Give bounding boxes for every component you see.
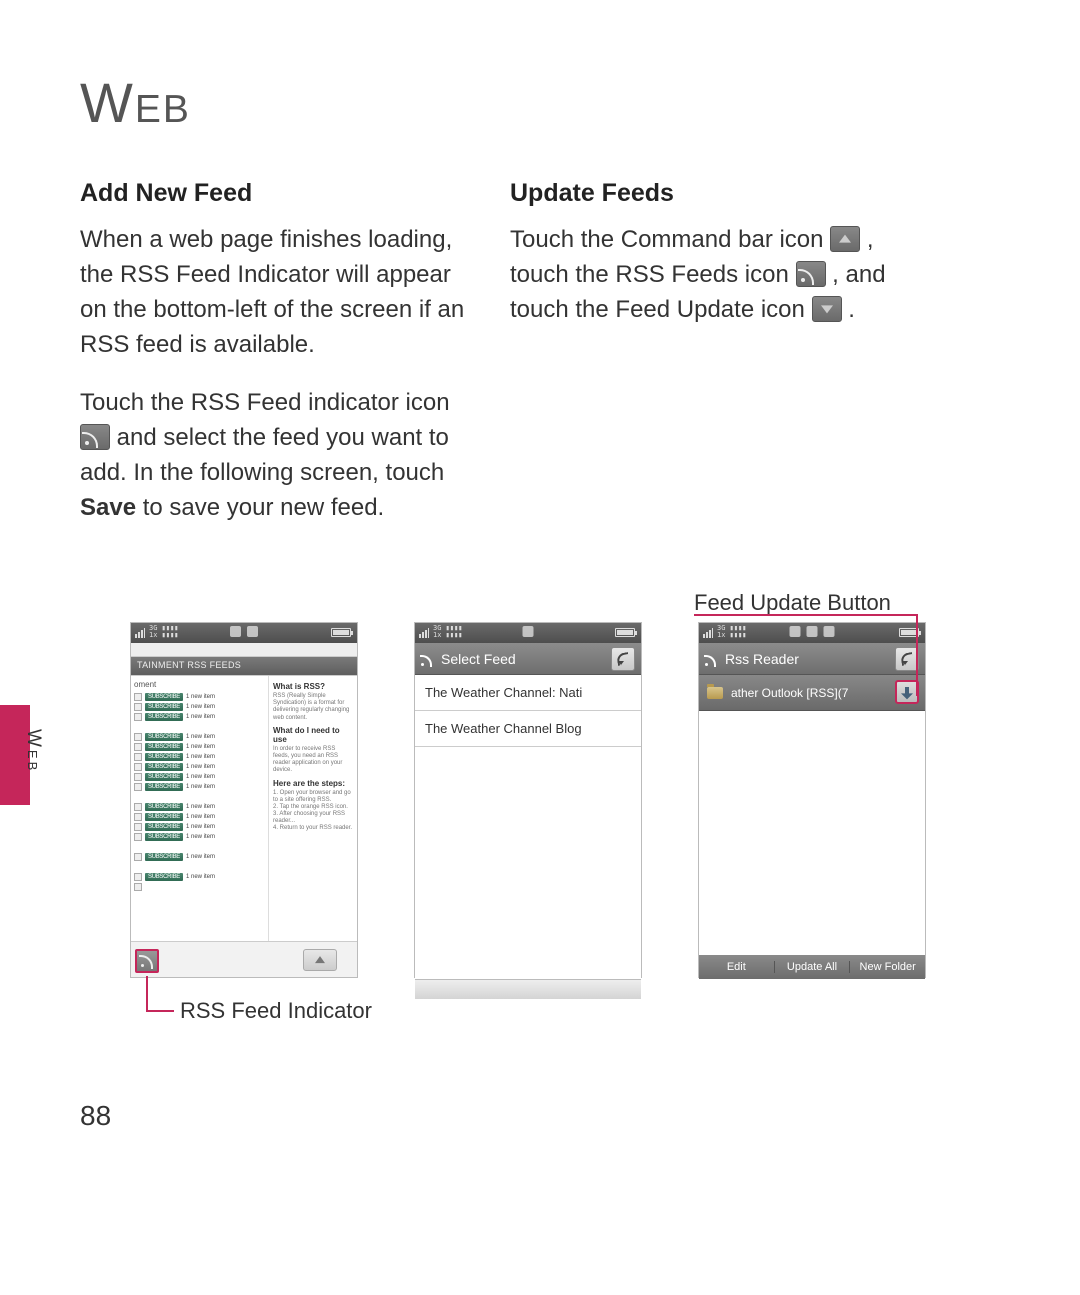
command-bar-icon: [830, 226, 860, 252]
status-bar: 3G ▮▮▮▮ 1x ▮▮▮▮: [415, 623, 641, 643]
battery-icon: [331, 628, 351, 637]
callout-line: [146, 976, 148, 1010]
screen-title: Rss Reader: [725, 651, 799, 667]
heading-add-new-feed: Add New Feed: [80, 175, 470, 211]
feed-list-item[interactable]: The Weather Channel: Nati: [415, 675, 641, 711]
status-icon: [523, 626, 534, 637]
paragraph: Touch the RSS Feed indicator icon and se…: [80, 386, 470, 525]
signal-icon: [135, 626, 145, 638]
status-bar: 3G ▮▮▮▮ 1x ▮▮▮▮: [131, 623, 357, 643]
battery-icon: [615, 628, 635, 637]
signal-icon: [703, 626, 713, 638]
folder-label: ather Outlook [RSS](7: [731, 686, 848, 700]
rss-icon: [421, 652, 435, 666]
feed-list-pane: oment SUBSCRIBE1 new item SUBSCRIBE1 new…: [131, 676, 269, 943]
signal-text: 3G ▮▮▮▮ 1x ▮▮▮▮: [717, 625, 747, 639]
paragraph: When a web page finishes loading, the RS…: [80, 223, 470, 362]
feed-row[interactable]: SUBSCRIBE1 new item: [134, 803, 265, 811]
update-all-button[interactable]: Update All: [775, 961, 851, 973]
screen-header: Select Feed: [415, 643, 641, 675]
footer-bar: [415, 979, 641, 999]
folder-icon: [707, 687, 723, 699]
empty-area: [415, 747, 641, 979]
text: Touch the RSS Feed indicator icon: [80, 389, 450, 416]
callout-feed-update: Feed Update Button: [694, 590, 891, 616]
screenshot-rss-reader: 3G ▮▮▮▮ 1x ▮▮▮▮ Rss Reader ather Outlook…: [698, 622, 926, 978]
feed-row[interactable]: SUBSCRIBE1 new item: [134, 853, 265, 861]
feed-row[interactable]: SUBSCRIBE1 new item: [134, 873, 265, 881]
signal-text: 3G ▮▮▮▮ 1x ▮▮▮▮: [433, 625, 463, 639]
text: and select the feed you want to add. In …: [80, 424, 449, 486]
category-label: oment: [134, 680, 265, 689]
signal-text: 3G ▮▮▮▮ 1x ▮▮▮▮: [149, 625, 179, 639]
tab-bar: TAINMENT RSS FEEDS: [131, 657, 357, 675]
save-keyword: Save: [80, 494, 136, 521]
screenshot-browser: 3G ▮▮▮▮ 1x ▮▮▮▮ TAINMENT RSS FEEDS oment…: [130, 622, 358, 978]
feed-row[interactable]: SUBSCRIBE1 new item: [134, 713, 265, 721]
subscribe-chip[interactable]: SUBSCRIBE: [145, 693, 183, 701]
content-pane: What is RSS? RSS (Really Simple Syndicat…: [269, 676, 357, 943]
status-icon: [230, 626, 241, 637]
rss-feeds-icon: [796, 261, 826, 287]
content-text: RSS (Really Simple Syndication) is a for…: [273, 693, 353, 722]
new-folder-button[interactable]: New Folder: [850, 961, 925, 973]
page-number: 88: [80, 1100, 111, 1132]
feed-row[interactable]: SUBSCRIBE1 new item: [134, 743, 265, 751]
feed-icon: [134, 693, 142, 701]
content-heading: Here are the steps:: [273, 779, 353, 788]
side-tab: Web: [0, 705, 80, 805]
folder-row[interactable]: ather Outlook [RSS](7: [699, 675, 925, 711]
signal-icon: [419, 626, 429, 638]
feed-row[interactable]: SUBSCRIBE1 new item: [134, 823, 265, 831]
status-icon: [824, 626, 835, 637]
rss-icon: [705, 652, 719, 666]
callout-line: [916, 614, 918, 696]
browser-footer: [131, 941, 357, 977]
text: Touch the Command bar icon: [510, 226, 830, 253]
content-text: In order to receive RSS feeds, you need …: [273, 746, 353, 775]
rss-icon: [80, 424, 110, 450]
command-bar-button[interactable]: [303, 949, 337, 971]
callout-rss-indicator: RSS Feed Indicator: [180, 998, 372, 1024]
feed-row[interactable]: SUBSCRIBE1 new item: [134, 783, 265, 791]
address-bar[interactable]: [131, 643, 357, 657]
footer-bar: Edit Update All New Folder: [699, 955, 925, 979]
empty-area: [699, 711, 925, 955]
screen-title: Select Feed: [441, 651, 516, 667]
screenshot-select-feed: 3G ▮▮▮▮ 1x ▮▮▮▮ Select Feed The Weather …: [414, 622, 642, 978]
item-count: 1 new item: [186, 694, 215, 700]
feed-row[interactable]: SUBSCRIBE1 new item: [134, 773, 265, 781]
text: to save your new feed.: [143, 494, 384, 521]
feed-row[interactable]: SUBSCRIBE1 new item: [134, 733, 265, 741]
content-text: 1. Open your browser and go to a site of…: [273, 790, 353, 833]
feed-row[interactable]: SUBSCRIBE1 new item: [134, 813, 265, 821]
feed-row[interactable]: SUBSCRIBE1 new item: [134, 763, 265, 771]
page-title: Web: [80, 70, 1000, 135]
feed-row[interactable]: SUBSCRIBE1 new item: [134, 693, 265, 701]
rss-feed-indicator-icon[interactable]: [135, 949, 159, 973]
heading-update-feeds: Update Feeds: [510, 175, 900, 211]
feed-update-icon: [812, 296, 842, 322]
status-bar: 3G ▮▮▮▮ 1x ▮▮▮▮: [699, 623, 925, 643]
status-icon: [247, 626, 258, 637]
feed-row[interactable]: SUBSCRIBE1 new item: [134, 833, 265, 841]
paragraph: Touch the Command bar icon , touch the R…: [510, 223, 900, 327]
content-heading: What do I need to use: [273, 726, 353, 744]
content-heading: What is RSS?: [273, 682, 353, 691]
feed-row[interactable]: SUBSCRIBE1 new item: [134, 753, 265, 761]
feed-list-item[interactable]: The Weather Channel Blog: [415, 711, 641, 747]
status-icon: [807, 626, 818, 637]
status-icon: [790, 626, 801, 637]
back-button[interactable]: [611, 647, 635, 671]
feed-row[interactable]: [134, 883, 265, 891]
text: .: [848, 296, 855, 323]
side-tab-label: Web: [22, 729, 44, 773]
feed-row[interactable]: SUBSCRIBE1 new item: [134, 703, 265, 711]
edit-button[interactable]: Edit: [699, 961, 775, 973]
screen-header: Rss Reader: [699, 643, 925, 675]
